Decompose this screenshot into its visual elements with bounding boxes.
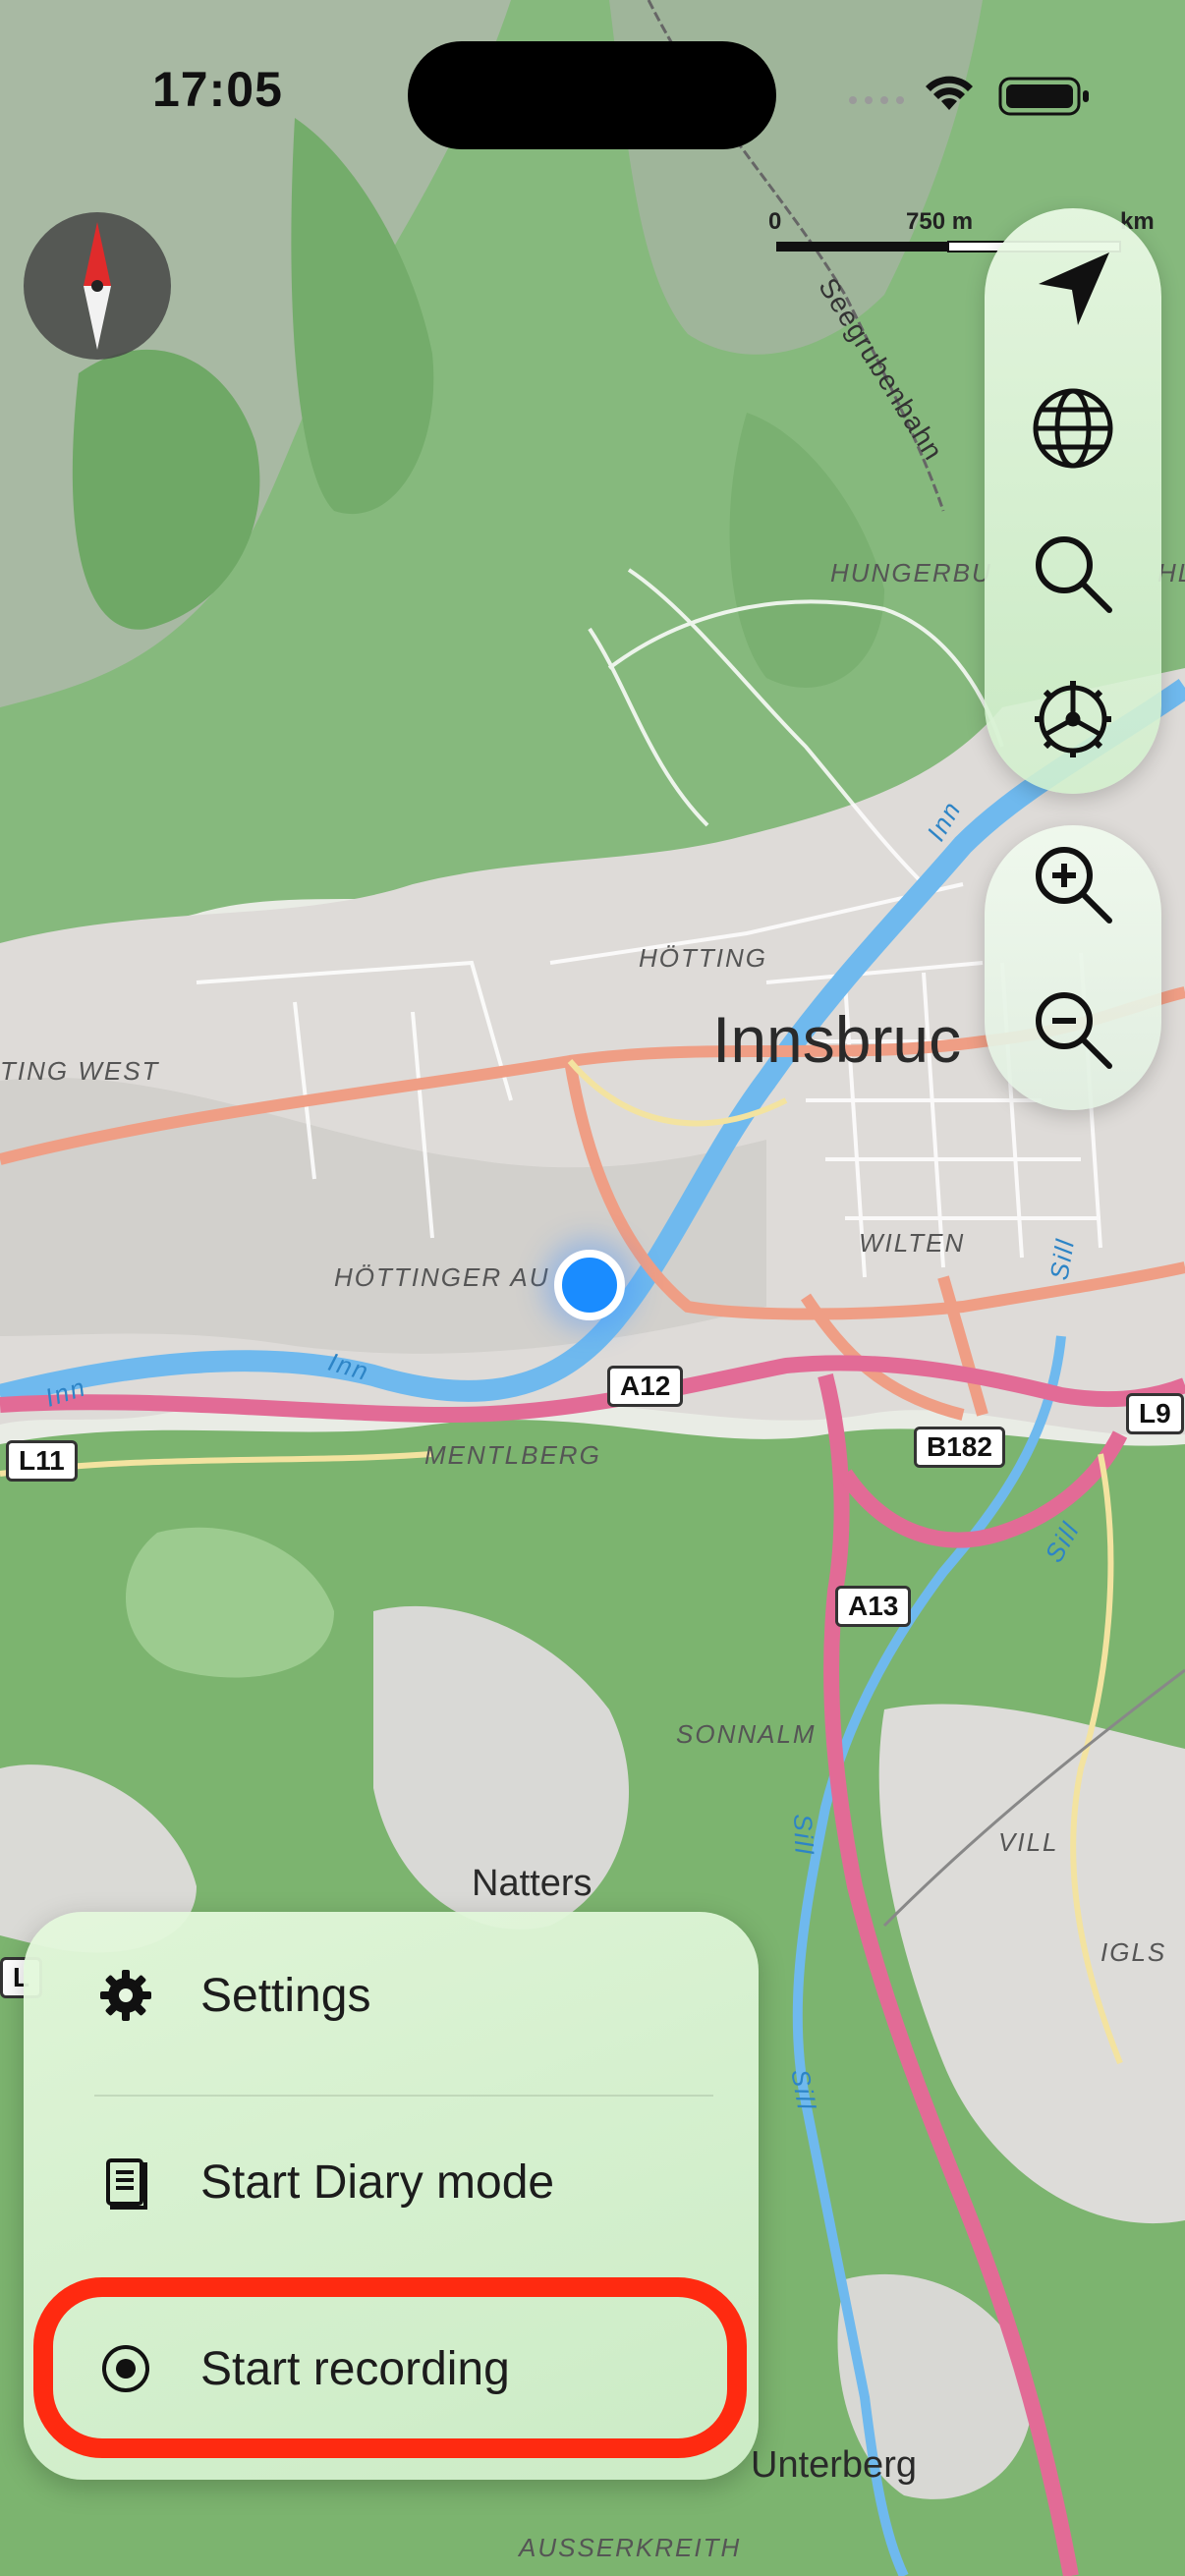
dynamic-island [408,41,776,149]
road-shield-b182: B182 [914,1427,1005,1468]
place-label-hungerburg: HUNGERBU [830,558,992,588]
diary-icon [98,2155,153,2210]
place-label-innsbruck: Innsbruc [712,1003,962,1076]
river-label-sill-4: Sill [788,1813,819,1857]
record-icon [98,2341,153,2396]
place-label-vill: VILL [998,1827,1059,1857]
zoom-in-icon [1036,847,1112,924]
map-controls-panel [985,208,1161,794]
place-label-hottinger-au: HÖTTINGER AU [334,1262,550,1292]
status-icons [849,76,1089,116]
search-icon [1036,536,1112,613]
menu-item-label: Start Diary mode [200,2156,555,2209]
menu-item-diary-mode[interactable]: Start Diary mode [24,2099,759,2266]
current-location-dot [554,1250,625,1320]
globe-icon [1033,388,1113,469]
signal-icon [849,96,904,104]
road-shield-a13: A13 [835,1586,912,1627]
locate-button[interactable] [1014,230,1132,348]
compass-button[interactable] [24,212,171,360]
menu-divider [94,2095,713,2097]
zoom-out-button[interactable] [1014,971,1132,1089]
zoom-out-icon [1036,992,1112,1069]
place-label-ausserkreith: AUSSERKREITH [519,2533,742,2562]
road-shield-l11: L11 [6,1440,78,1482]
road-shield-l9: L9 [1126,1393,1184,1434]
menu-item-label: Settings [200,1969,371,2022]
globe-button[interactable] [1014,369,1132,487]
zoom-in-button[interactable] [1014,825,1132,943]
search-button[interactable] [1014,515,1132,633]
scale-label-start: 0 [768,208,782,235]
map-settings-button[interactable] [1014,660,1132,778]
battery-icon [998,77,1089,116]
zoom-controls-panel [985,825,1161,1110]
place-label-igls: IGLS [1100,1937,1167,1967]
place-label-hl: HL [1157,558,1185,588]
scale-label-mid: 750 m [906,208,974,235]
compass-icon [84,222,111,350]
settings-wheel-icon [1035,681,1111,757]
menu-item-settings[interactable]: Settings [24,1912,759,2079]
gear-icon [98,1968,153,2023]
place-label-wilten: WILTEN [859,1228,966,1258]
road-shield-a12: A12 [607,1366,684,1407]
status-time: 17:05 [152,62,283,117]
place-label-sonnalm: SONNALM [676,1719,817,1749]
place-label-mentlberg: MENTLBERG [424,1440,601,1470]
action-menu: Settings Start Diary mode Start recordin… [24,1912,759,2480]
wifi-icon [926,76,973,110]
menu-item-label: Start recording [200,2342,510,2395]
place-label-hotting: HÖTTING [639,943,767,973]
place-label-hotting-west: TING WEST [0,1056,160,1086]
menu-item-start-recording[interactable]: Start recording [24,2285,759,2452]
place-label-natters: Natters [472,1863,592,1904]
location-arrow-icon [1039,252,1109,325]
place-label-unterberg: Unterberg [751,2444,917,2486]
